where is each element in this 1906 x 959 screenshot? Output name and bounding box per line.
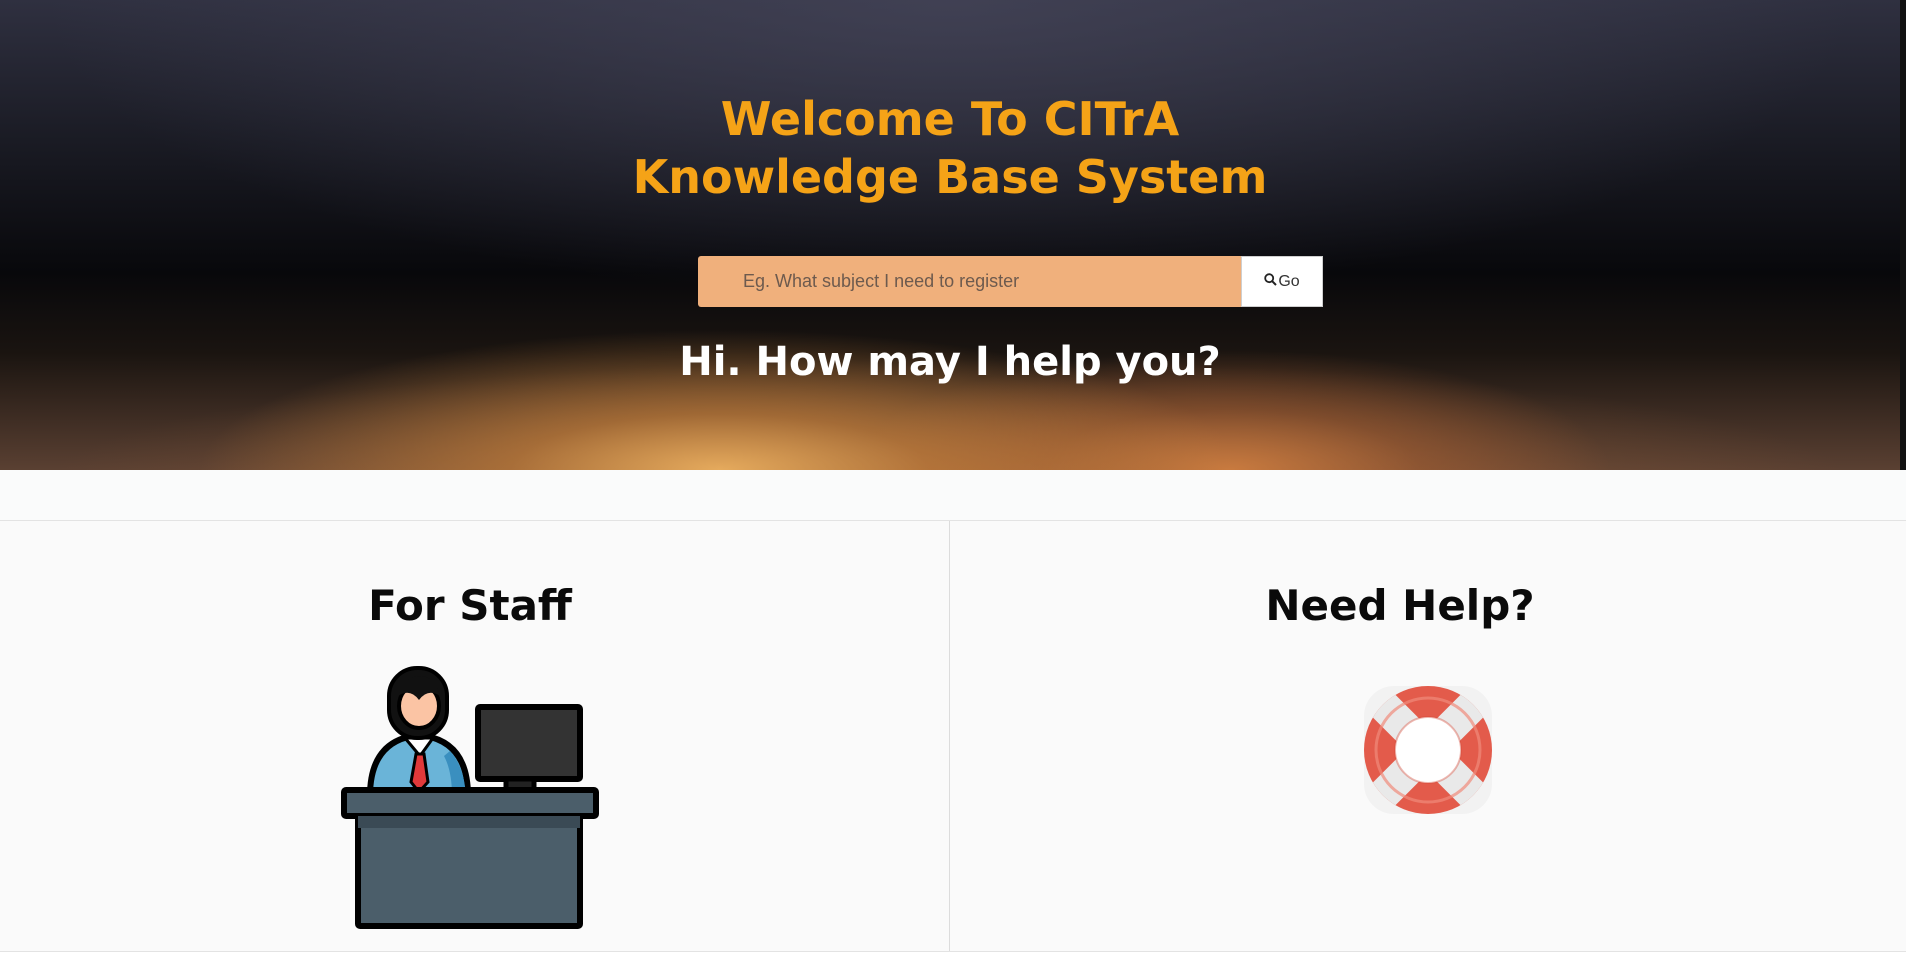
hero-banner: Welcome To CITrA Knowledge Base System G… bbox=[0, 0, 1900, 470]
for-staff-title: For Staff bbox=[368, 581, 572, 630]
staff-desk-icon[interactable] bbox=[340, 666, 600, 935]
need-help-card[interactable]: Need Help? bbox=[950, 521, 1906, 951]
for-staff-card[interactable]: For Staff bbox=[0, 521, 950, 951]
lifebuoy-icon[interactable] bbox=[1362, 684, 1494, 820]
welcome-title-line-1: Welcome To CITrA bbox=[720, 92, 1180, 146]
go-button-label: Go bbox=[1278, 272, 1300, 290]
welcome-title-line-2: Knowledge Base System bbox=[632, 150, 1268, 204]
section-divider bbox=[0, 470, 1906, 521]
search-input[interactable] bbox=[698, 256, 1242, 307]
footer-divider bbox=[0, 951, 1906, 952]
help-prompt: Hi. How may I help you? bbox=[679, 339, 1221, 385]
hero-edge bbox=[1900, 0, 1906, 470]
need-help-title: Need Help? bbox=[1265, 581, 1535, 630]
go-search-button[interactable]: Go bbox=[1241, 256, 1323, 307]
search-icon bbox=[1264, 272, 1278, 291]
